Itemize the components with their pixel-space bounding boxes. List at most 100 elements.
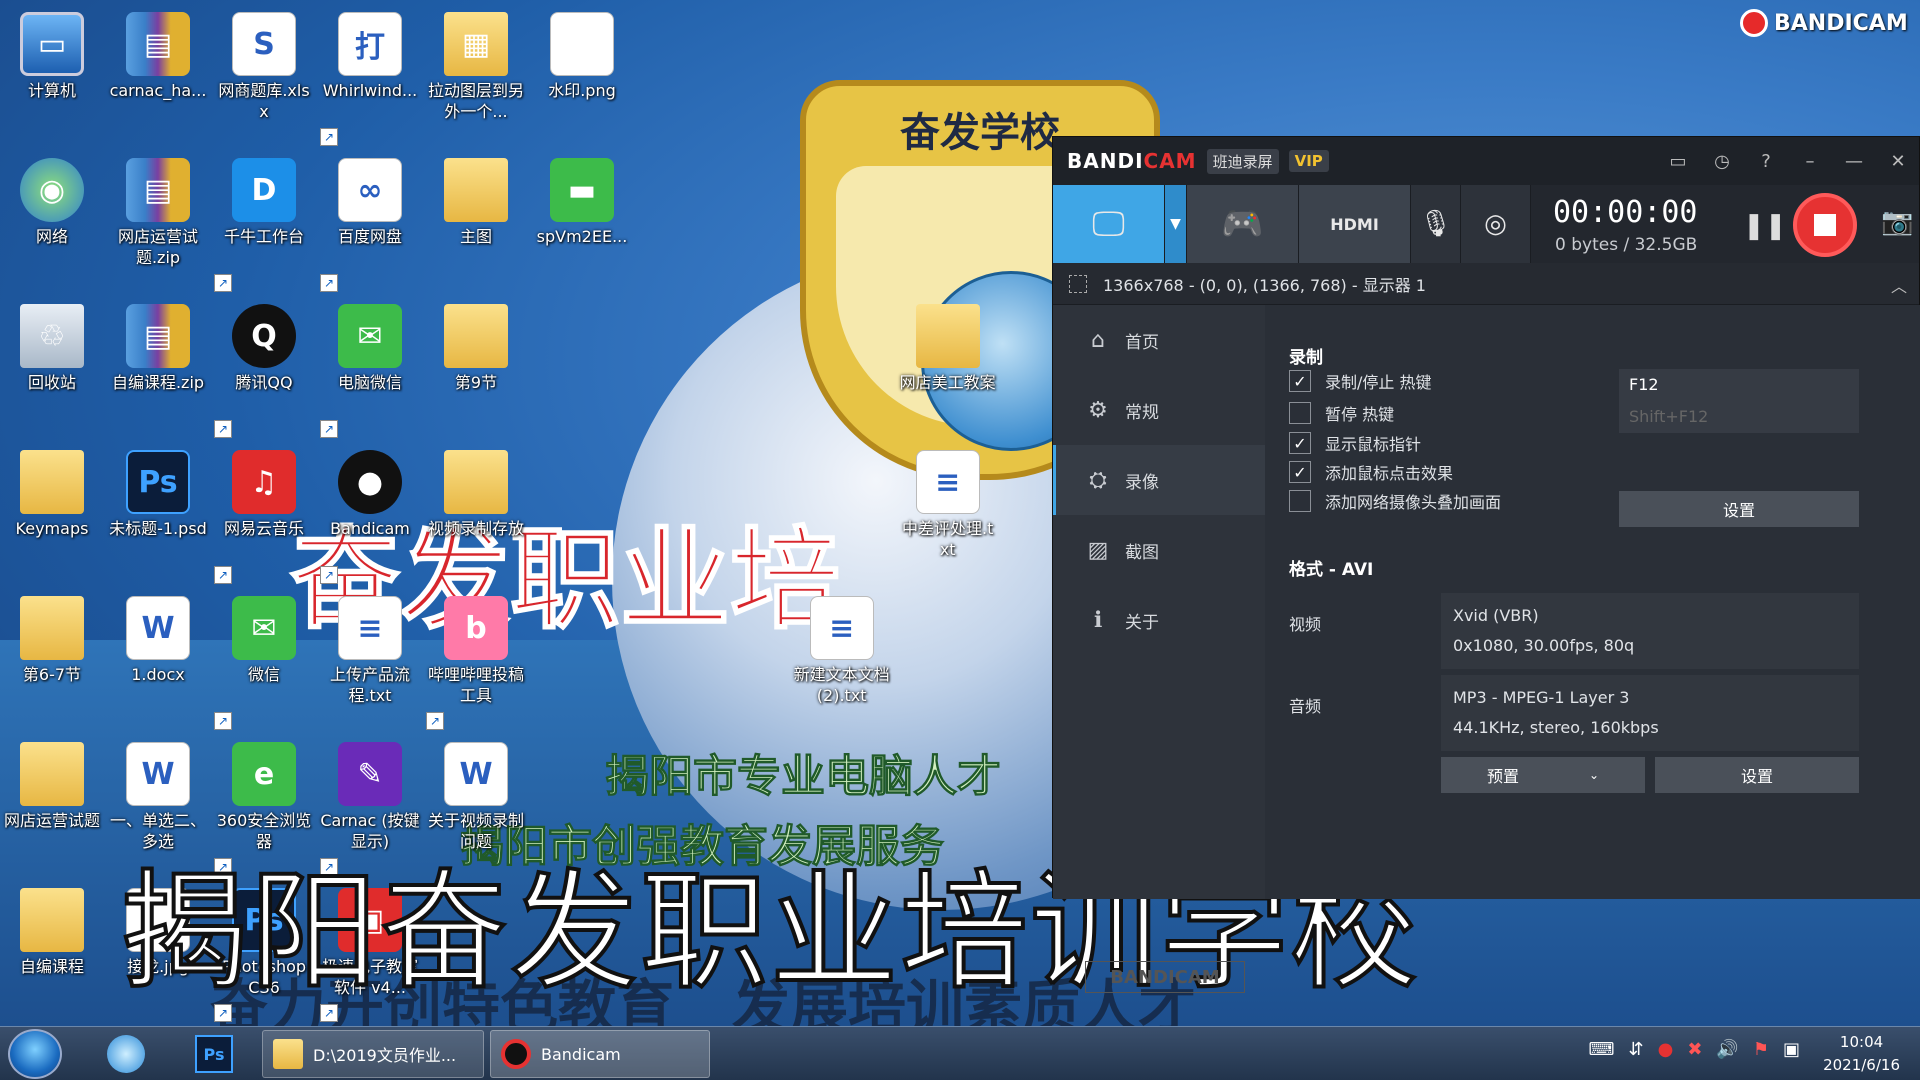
desktop-icon[interactable]: ✉ ↗ 微信 — [214, 590, 314, 730]
desktop-icon[interactable]: ♫ ↗ 网易云音乐 — [214, 444, 314, 584]
chevron-up-icon[interactable]: ︿ — [1891, 273, 1907, 297]
sidebar-item[interactable]: ⌂ 首页 — [1053, 305, 1265, 375]
desktop-icon[interactable]: Q ↗ 腾讯QQ — [214, 298, 314, 438]
desktop-icon[interactable]: 水印.png — [532, 6, 632, 146]
desktop-icon[interactable]: 视频录制存放 — [426, 444, 526, 584]
record-option[interactable]: ✓ 录制/停止 热键 — [1289, 369, 1431, 393]
desktop-icon[interactable]: S 网商题库.xlsx — [214, 6, 314, 146]
desktop-icon-label: Keymaps — [15, 519, 89, 538]
record-option[interactable]: ✓ 显示鼠标指针 — [1289, 431, 1421, 455]
desktop-icon[interactable]: ∞ ↗ 百度网盘 — [320, 152, 420, 292]
screen-mode-button[interactable]: 🖵 — [1053, 185, 1165, 263]
desktop-icon[interactable]: ● ↗ Bandicam — [320, 444, 420, 584]
desktop-icon-label: 未标题-1.psd — [109, 519, 207, 538]
tray-arrow-icon[interactable]: ⇵ — [1629, 1039, 1644, 1060]
desktop-icon[interactable]: ▤ carnac_ha... — [108, 6, 208, 146]
desktop-icon[interactable]: ▭ 计算机 — [2, 6, 102, 146]
volume-icon[interactable]: 🔊 — [1716, 1039, 1738, 1060]
title-bar[interactable]: BANDICAM 班迪录屏 VIP ▭ ◷ ? – — ✕ — [1053, 137, 1919, 185]
desktop-icon[interactable]: ♲ 回收站 — [2, 298, 102, 438]
mic-button[interactable]: 🎙 — [1411, 185, 1461, 263]
checkbox[interactable]: ✓ — [1289, 370, 1311, 392]
flag-icon[interactable]: ⚑ — [1753, 1039, 1769, 1060]
video-params: 0x1080, 30.00fps, 80q — [1453, 636, 1635, 655]
screen-mode-dropdown[interactable]: ▼ — [1165, 185, 1187, 263]
keyboard-icon[interactable]: ⌨ — [1589, 1039, 1615, 1060]
desktop-icon-image: ≡ — [915, 450, 980, 514]
sidebar-item[interactable]: ⛭ 录像 — [1053, 445, 1265, 515]
clock-icon[interactable]: ◷ — [1711, 151, 1733, 172]
checkbox[interactable]: ✓ — [1289, 432, 1311, 454]
desktop-icon[interactable]: Keymaps — [2, 444, 102, 584]
desktop-icon[interactable]: 自编课程 — [2, 882, 102, 1022]
record-option[interactable]: ✓ 添加鼠标点击效果 — [1289, 460, 1453, 484]
desktop-icon-label: 1.docx — [131, 665, 185, 684]
sidebar-item[interactable]: ⚙ 常规 — [1053, 375, 1265, 445]
checkbox[interactable]: ✓ — [1289, 461, 1311, 483]
desktop-icon[interactable]: ◉ 网络 — [2, 152, 102, 292]
start-button[interactable] — [8, 1029, 62, 1079]
webcam-button[interactable]: ◎ — [1461, 185, 1531, 263]
help-icon[interactable]: ? — [1755, 151, 1777, 172]
desktop-icon-label: 网商题库.xlsx — [218, 81, 310, 121]
sidebar-item[interactable]: ▨ 截图 — [1053, 515, 1265, 585]
screenshot-button[interactable]: 📷 — [1881, 207, 1913, 237]
checkbox[interactable] — [1289, 402, 1311, 424]
desktop-icon[interactable]: 第9节 — [426, 298, 526, 438]
video-format-info[interactable]: Xvid (VBR) 0x1080, 30.00fps, 80q — [1441, 593, 1859, 669]
desktop-icon[interactable]: 主图 — [426, 152, 526, 292]
desktop-icon[interactable]: D ↗ 千牛工作台 — [214, 152, 314, 292]
record-option-label: 录制/停止 热键 — [1325, 373, 1432, 392]
close-button[interactable]: ✕ — [1887, 151, 1909, 172]
nav-icon: ⚙ — [1088, 397, 1108, 423]
browser-taskbar-icon[interactable] — [98, 1030, 154, 1078]
preset-dropdown[interactable]: 预置 ⌄ — [1441, 757, 1645, 793]
desktop-icon[interactable]: W 1.docx — [108, 590, 208, 730]
record-hotkey-field[interactable]: F12 — [1619, 369, 1859, 401]
desktop-icon[interactable]: 打 ↗ Whirlwind... — [320, 6, 420, 146]
desktop-icon[interactable]: b ↗ 哔哩哔哩投稿工具 — [426, 590, 526, 730]
minimize-button[interactable]: — — [1843, 151, 1865, 172]
desktop-icon[interactable]: ✉ ↗ 电脑微信 — [320, 298, 420, 438]
desktop-icon[interactable]: ≡ 上传产品流程.txt — [320, 590, 420, 730]
stop-record-button[interactable] — [1793, 193, 1857, 257]
region-bar[interactable]: 1366x768 - (0, 0), (1366, 768) - 显示器 1 ︿ — [1053, 263, 1919, 305]
checkbox[interactable] — [1289, 490, 1311, 512]
network-error-icon[interactable]: ✖ — [1687, 1039, 1702, 1060]
preset-label: 预置 — [1486, 767, 1519, 786]
chevron-down-icon: ⌄ — [1588, 768, 1600, 782]
desktop-icon[interactable]: ▬ spVm2EE... — [532, 152, 632, 292]
photoshop-icon: Ps — [195, 1035, 233, 1073]
webcam-settings-button[interactable]: 设置 — [1619, 491, 1859, 527]
record-option[interactable]: 暂停 热键 — [1289, 401, 1394, 425]
desktop-icon[interactable]: 网店美工教案 — [898, 298, 998, 438]
format-settings-button[interactable]: 设置 — [1655, 757, 1859, 793]
shortcut-arrow-icon: ↗ — [320, 420, 338, 438]
pause-button[interactable]: ❚❚ — [1743, 211, 1787, 241]
pause-hotkey-field[interactable]: Shift+F12 — [1619, 401, 1859, 433]
vip-badge[interactable]: VIP — [1288, 150, 1329, 172]
explorer-task[interactable]: D:\2019文员作业... — [262, 1030, 484, 1078]
audio-format-info[interactable]: MP3 - MPEG-1 Layer 3 44.1KHz, stereo, 16… — [1441, 675, 1859, 751]
desktop-icon-label: 新建文本文档 (2).txt — [793, 665, 890, 705]
record-option[interactable]: 添加网络摄像头叠加画面 — [1289, 489, 1501, 513]
desktop-icon-label: 水印.png — [548, 81, 616, 100]
folder-icon[interactable]: ▭ — [1667, 151, 1689, 172]
bandicam-task[interactable]: Bandicam — [490, 1030, 710, 1078]
device-mode-button[interactable]: HDMI — [1299, 185, 1411, 263]
record-tray-icon[interactable]: ● — [1658, 1039, 1674, 1060]
clock[interactable]: 10:04 2021/6/16 — [1823, 1031, 1900, 1077]
desktop-icon[interactable]: ▦ 拉动图层到另外一个... — [426, 6, 526, 146]
desktop-icon[interactable]: ≡ 新建文本文档 (2).txt — [792, 590, 892, 730]
desktop-icon[interactable]: ▤ 自编课程.zip — [108, 298, 208, 438]
game-mode-button[interactable]: 🎮 — [1187, 185, 1299, 263]
minimize-mini-button[interactable]: – — [1799, 151, 1821, 172]
desktop-icon[interactable]: 第6-7节 — [2, 590, 102, 730]
desktop-icon[interactable]: ≡ 中差评处理.txt — [898, 444, 998, 584]
desktop-icon[interactable]: ▤ 网店运营试题.zip — [108, 152, 208, 292]
photoshop-taskbar-icon[interactable]: Ps — [186, 1030, 242, 1078]
sidebar-item[interactable]: ℹ 关于 — [1053, 585, 1265, 655]
action-center-icon[interactable]: ▣ — [1783, 1039, 1800, 1060]
desktop-icon[interactable]: 网店运营试题 — [2, 736, 102, 876]
desktop-icon[interactable]: Ps 未标题-1.psd — [108, 444, 208, 584]
